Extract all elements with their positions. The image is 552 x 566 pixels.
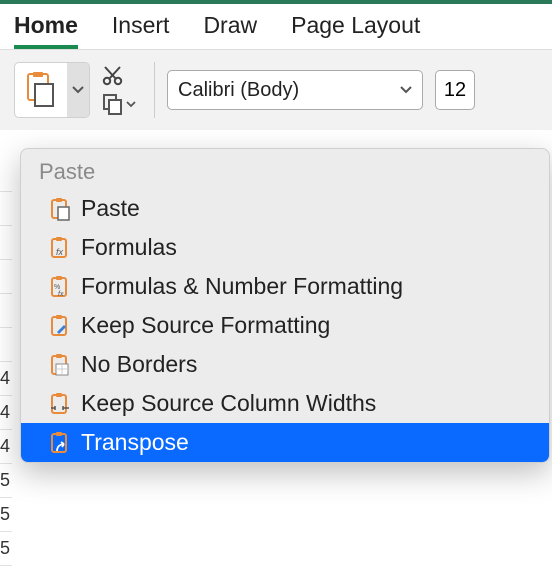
svg-text:fx: fx — [58, 291, 64, 298]
menu-item-paste[interactable]: Paste — [21, 189, 549, 228]
clipboard-grid-icon — [47, 352, 73, 378]
clipboard-percent-fx-icon: %fx — [47, 274, 73, 300]
font-size-select[interactable]: 12 — [435, 70, 475, 110]
menu-item-label: No Borders — [81, 351, 197, 378]
copy-icon — [102, 93, 124, 115]
tab-page-layout[interactable]: Page Layout — [291, 12, 420, 49]
clipboard-icon — [47, 196, 73, 222]
tab-insert[interactable]: Insert — [112, 12, 170, 49]
menu-item-keep-source-column-widths[interactable]: Keep Source Column Widths — [21, 384, 549, 423]
separator — [154, 62, 155, 118]
menu-item-formulas-number-formatting[interactable]: %fx Formulas & Number Formatting — [21, 267, 549, 306]
clipboard-width-icon — [47, 391, 73, 417]
clipboard-fx-icon: fx — [47, 235, 73, 261]
ribbon-tabs: Home Insert Draw Page Layout — [0, 4, 552, 49]
chevron-down-icon — [72, 86, 84, 94]
menu-item-formulas[interactable]: fx Formulas — [21, 228, 549, 267]
ribbon: Calibri (Body) 12 — [0, 49, 552, 130]
font-size-value: 12 — [444, 79, 466, 102]
chevron-down-icon — [126, 101, 136, 108]
menu-item-transpose[interactable]: Transpose — [21, 423, 549, 462]
menu-item-label: Formulas & Number Formatting — [81, 273, 403, 300]
paste-options-menu: Paste Paste fx Formulas %fx Formulas & N… — [20, 148, 550, 463]
svg-text:fx: fx — [56, 247, 64, 257]
paste-button[interactable] — [15, 63, 67, 117]
row-headers: 44 45 55 — [0, 158, 12, 566]
clipboard-brush-icon — [47, 313, 73, 339]
menu-item-label: Formulas — [81, 234, 177, 261]
svg-text:%: % — [54, 284, 60, 291]
menu-item-label: Keep Source Column Widths — [81, 390, 376, 417]
menu-item-keep-source-formatting[interactable]: Keep Source Formatting — [21, 306, 549, 345]
font-family-select[interactable]: Calibri (Body) — [167, 70, 423, 110]
copy-button[interactable] — [102, 93, 136, 115]
clipboard-icon — [24, 71, 58, 109]
chevron-down-icon — [400, 86, 412, 94]
scissors-icon — [102, 65, 124, 87]
menu-item-label: Paste — [81, 195, 140, 222]
menu-item-no-borders[interactable]: No Borders — [21, 345, 549, 384]
paste-menu-header: Paste — [21, 149, 549, 189]
menu-item-label: Transpose — [81, 429, 189, 456]
paste-dropdown-toggle[interactable] — [67, 63, 89, 117]
tab-draw[interactable]: Draw — [203, 12, 257, 49]
clipboard-transpose-icon — [47, 430, 73, 456]
menu-item-label: Keep Source Formatting — [81, 312, 330, 339]
tab-home[interactable]: Home — [14, 12, 78, 49]
cut-button[interactable] — [102, 65, 136, 87]
font-family-value: Calibri (Body) — [178, 79, 299, 102]
paste-split-button[interactable] — [14, 62, 90, 118]
